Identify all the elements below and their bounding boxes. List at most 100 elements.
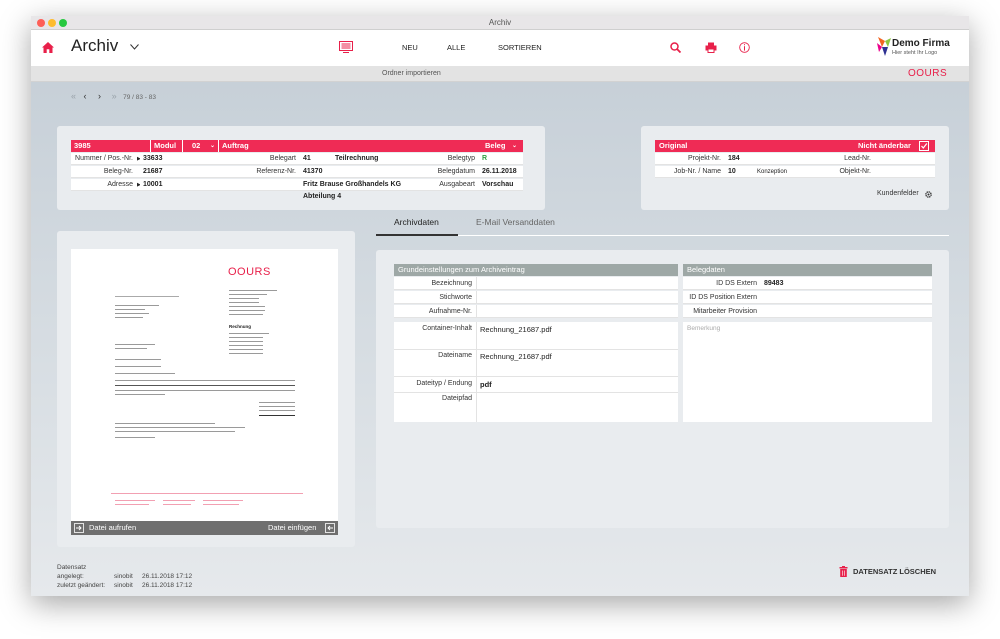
prev-page-icon[interactable]: ‹ — [84, 91, 87, 101]
doc-text-line — [229, 341, 263, 342]
beleg-field-value[interactable]: 41370 — [300, 166, 422, 178]
beleg-dropdown-icon[interactable]: ⌄ — [512, 140, 517, 152]
check-icon — [921, 143, 928, 149]
nav-neu[interactable]: NEU — [402, 43, 418, 52]
doc-text-line — [229, 294, 267, 295]
kundenfelder-link[interactable]: Kundenfelder — [877, 190, 919, 197]
insert-file-button[interactable]: Datei einfügen — [268, 521, 316, 535]
grund-header: Grundeinstellungen zum Archiveintrag — [394, 264, 678, 276]
beleg-field-value[interactable]: 33633 — [140, 153, 204, 165]
doc-total-line — [259, 406, 295, 407]
belegdaten-field-label: ID DS Position Extern — [683, 291, 761, 304]
print-icon[interactable] — [705, 42, 717, 53]
file-field-value[interactable]: Rechnung_21687.pdf — [480, 352, 670, 361]
file-row-divider — [394, 349, 678, 350]
beleg-field-value[interactable]: 41 — [300, 153, 332, 165]
not-editable-label: Nicht änderbar — [858, 141, 911, 150]
tab-divider — [458, 235, 949, 236]
original-field-name[interactable] — [757, 153, 815, 165]
grund-field-value[interactable] — [476, 305, 678, 318]
beleg-field-value[interactable]: Fritz Brause Großhandels KG Abteilung 4 — [300, 179, 422, 200]
file-row-divider — [394, 392, 678, 393]
beleg-field-label: Belegtyp — [422, 153, 479, 165]
belegdaten-field-label: Mitarbeiter Provision — [683, 305, 761, 318]
beleg-header: 3985 Modul 02 ⌄ Auftrag Beleg ⌄ — [71, 140, 523, 152]
beleg-field-value[interactable]: R — [479, 153, 523, 165]
import-folder-link[interactable]: Ordner importieren — [382, 66, 441, 82]
grund-field-label: Stichworte — [394, 291, 476, 304]
modul-value[interactable]: 02 — [192, 140, 200, 152]
file-field-label: Container-Inhalt — [422, 325, 472, 332]
grund-field-value[interactable] — [476, 277, 678, 290]
doc-text-line — [229, 345, 263, 346]
modified-user: sinobit — [114, 582, 133, 589]
bemerkung-placeholder: Bemerkung — [687, 325, 721, 332]
original-field-value[interactable] — [875, 166, 935, 178]
document-preview: OOURS Rechnung — [71, 249, 338, 523]
tab-email-versanddaten[interactable]: E-Mail Versanddaten — [476, 215, 555, 229]
beleg-field-value[interactable]: Vorschau — [479, 179, 523, 191]
sub-bar: Ordner importieren OOURS — [31, 66, 969, 82]
first-page-icon[interactable]: « — [71, 91, 76, 101]
original-field-label: Projekt-Nr. — [655, 153, 725, 165]
open-file-icon[interactable] — [74, 523, 84, 533]
beleg-header-right: Beleg — [485, 141, 506, 150]
grund-field-value[interactable] — [476, 291, 678, 304]
doc-text-line — [115, 423, 215, 424]
nav-alle[interactable]: ALLE — [447, 43, 465, 52]
original-field-value[interactable] — [875, 153, 935, 165]
beleg-field-label: Referenz-Nr. — [204, 166, 300, 178]
created-date: 26.11.2018 17:12 — [142, 573, 193, 580]
beleg-field-label: Adresse — [71, 179, 137, 191]
file-field-label: Dateipfad — [442, 395, 472, 402]
modul-dropdown-icon[interactable]: ⌄ — [210, 140, 215, 152]
monitor-icon[interactable] — [339, 41, 353, 53]
trash-icon[interactable] — [839, 566, 848, 577]
doc-text-line — [229, 290, 277, 291]
chevron-down-icon[interactable] — [130, 44, 139, 50]
delete-record-button[interactable]: DATENSATZ LÖSCHEN — [853, 567, 936, 576]
doc-total-line — [259, 410, 295, 411]
gear-icon[interactable] — [924, 190, 933, 199]
nav-sortieren[interactable]: SORTIEREN — [498, 43, 542, 52]
info-icon[interactable] — [739, 42, 750, 53]
zoom-window-button[interactable] — [59, 19, 67, 27]
open-file-button[interactable]: Datei aufrufen — [89, 521, 136, 535]
app-window: Archiv Archiv NEU ALLE SORTIEREN Demo Fi… — [31, 16, 969, 596]
preview-card: OOURS Rechnung Datei aufrufen Datei einf… — [57, 231, 355, 547]
bemerkung-field[interactable]: Bemerkung — [683, 322, 932, 422]
tab-archivdaten[interactable]: Archivdaten — [394, 215, 439, 229]
search-icon[interactable] — [670, 42, 681, 53]
close-window-button[interactable] — [37, 19, 45, 27]
preview-action-bar: Datei aufrufen Datei einfügen — [71, 521, 338, 535]
doc-text-line — [229, 314, 263, 315]
belegdaten-field-value[interactable] — [761, 291, 932, 304]
beleg-field-value[interactable]: Teilrechnung — [332, 153, 422, 165]
last-page-icon[interactable]: » — [112, 91, 117, 101]
belegdaten-field-value[interactable] — [761, 305, 932, 318]
beleg-field-value[interactable]: 21687 — [140, 166, 204, 178]
original-field-value[interactable]: 10 — [725, 166, 757, 178]
beleg-field-value[interactable]: 10001 — [140, 179, 204, 191]
doc-text-line — [229, 298, 259, 299]
beleg-field-value[interactable]: 26.11.2018 — [479, 166, 523, 178]
doc-text-line — [229, 333, 269, 334]
doc-text-line — [115, 309, 145, 310]
not-editable-checkbox[interactable] — [919, 141, 929, 151]
minimize-window-button[interactable] — [48, 19, 56, 27]
doc-text-line — [115, 313, 149, 314]
original-field-value[interactable]: 184 — [725, 153, 757, 165]
insert-file-icon[interactable] — [325, 523, 335, 533]
doc-text-line — [115, 427, 245, 428]
active-tab-indicator — [376, 234, 458, 236]
doc-text-line — [115, 366, 161, 367]
main-content: « ‹ › » 79 / 83 - 83 3985 Modul 02 ⌄ Auf… — [31, 82, 969, 596]
home-icon[interactable] — [42, 42, 54, 53]
file-field-value[interactable]: pdf — [480, 380, 670, 389]
file-box-divider — [476, 322, 477, 422]
belegdaten-field-value[interactable]: 89483 — [761, 277, 932, 290]
file-field-value[interactable]: Rechnung_21687.pdf — [480, 325, 670, 334]
original-field-name[interactable]: Konzeption — [757, 166, 815, 178]
next-page-icon[interactable]: › — [98, 91, 101, 101]
doc-footer-line — [163, 504, 191, 505]
